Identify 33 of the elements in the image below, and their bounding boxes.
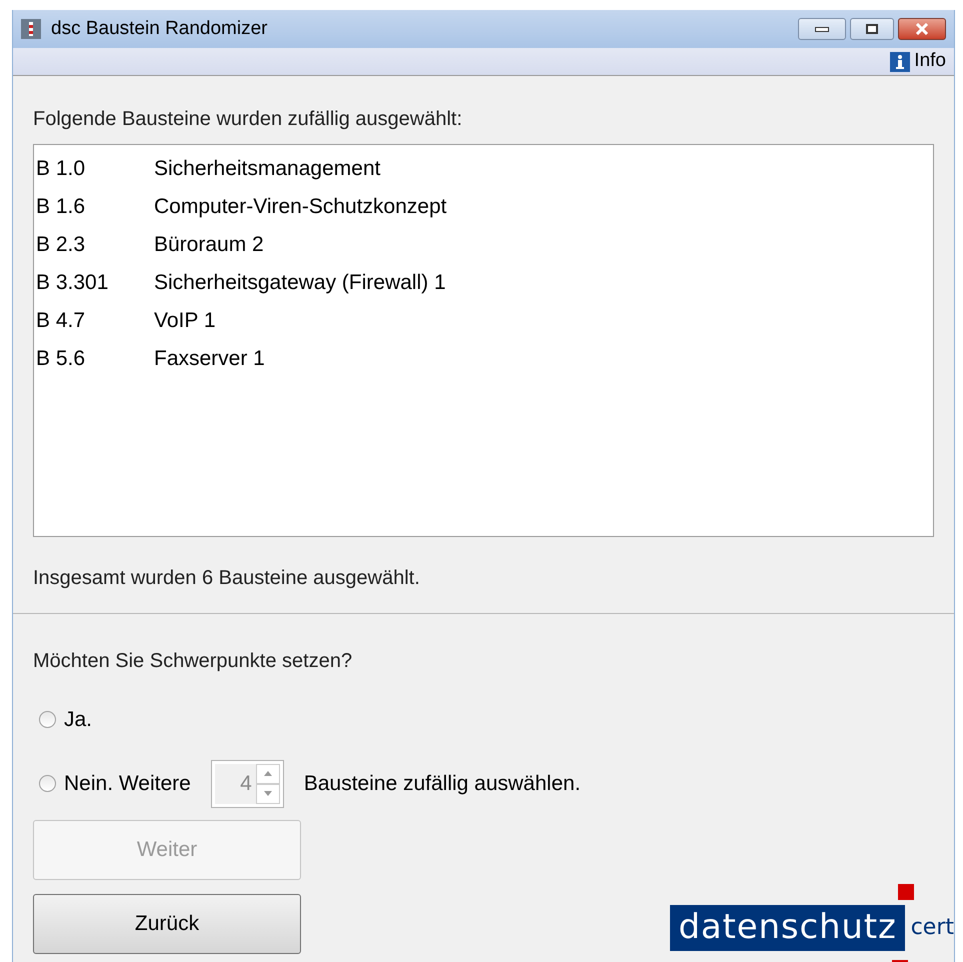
maximize-button[interactable] <box>850 18 894 40</box>
module-name: VoIP 1 <box>154 308 216 334</box>
module-code: B 4.7 <box>36 308 86 334</box>
logo-main-text: datenschutz <box>670 904 905 950</box>
module-name: Computer-Viren-Schutzkonzept <box>154 194 447 220</box>
window-title: dsc Baustein Randomizer <box>51 16 268 41</box>
logo-sub-text: cert <box>910 914 954 942</box>
module-name: Sicherheitsmanagement <box>154 156 380 182</box>
logo-square-icon <box>898 884 914 900</box>
action-button[interactable]: Zurück <box>33 894 301 954</box>
summary-text: Insgesamt wurden 6 Bausteine ausgewählt. <box>33 566 421 591</box>
radio-button[interactable] <box>39 711 56 728</box>
question-text: Möchten Sie Schwerpunkte setzen? <box>33 649 354 674</box>
lighthouse-icon <box>21 19 41 39</box>
close-icon <box>915 23 929 35</box>
module-code: B 2.3 <box>36 232 86 258</box>
close-button[interactable] <box>898 18 946 40</box>
radio-button[interactable] <box>39 775 56 792</box>
minimize-button[interactable] <box>798 18 846 40</box>
radio-label: Nein. Weitere <box>64 770 191 797</box>
info-menu[interactable]: Info <box>890 47 946 76</box>
radio-label: Ja. <box>64 707 92 733</box>
module-code: B 1.6 <box>36 194 86 220</box>
module-code: B 3.301 <box>36 270 110 296</box>
spinner-value: 4 <box>214 764 256 804</box>
module-name: Büroraum 2 <box>154 232 264 258</box>
module-code: B 5.6 <box>36 346 86 372</box>
module-name: Sicherheitsgateway (Firewall) 1 <box>154 270 446 296</box>
module-code: B 1.0 <box>36 156 86 182</box>
info-icon <box>890 52 910 72</box>
list-heading: Folgende Bausteine wurden zufällig ausgewählt: <box>33 107 464 132</box>
module-name: Faxserver 1 <box>154 346 265 372</box>
option-suffix: Bausteine zufällig auswählen. <box>304 770 581 797</box>
